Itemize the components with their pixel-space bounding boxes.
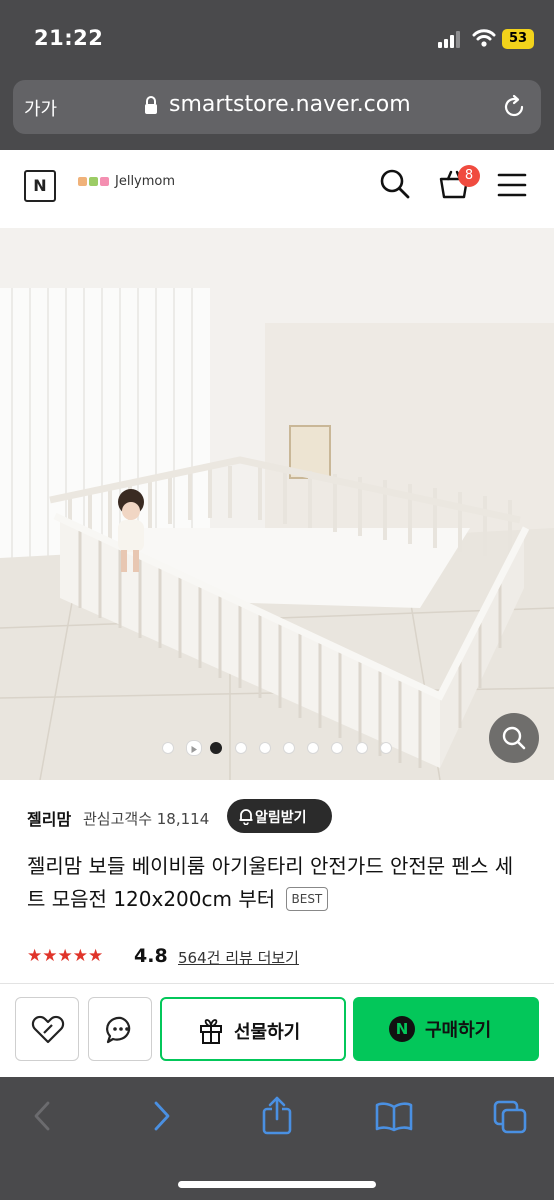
naver-logo[interactable]: N <box>24 170 56 202</box>
rating-stars: ★★★★★ <box>27 946 104 966</box>
gallery-dot[interactable] <box>355 742 368 754</box>
best-badge: BEST <box>285 887 329 911</box>
reload-icon[interactable] <box>501 94 527 120</box>
wifi-icon <box>472 29 496 47</box>
status-bar: 21:22 53 <box>0 0 554 80</box>
product-image-gallery[interactable] <box>0 228 554 780</box>
brand-logo[interactable]: Jellymom <box>78 174 175 189</box>
divider <box>0 983 554 984</box>
notify-label: 알림받기 <box>255 810 307 826</box>
tabs-icon[interactable] <box>492 1099 528 1135</box>
bookmarks-icon[interactable] <box>374 1099 414 1133</box>
talk-button[interactable] <box>88 997 152 1061</box>
gallery-dot[interactable] <box>234 742 247 754</box>
heart-icon <box>31 1015 65 1044</box>
chat-icon <box>106 1016 131 1044</box>
share-icon[interactable] <box>260 1095 294 1135</box>
gift-button[interactable]: 선물하기 <box>160 997 346 1061</box>
play-icon <box>191 746 198 753</box>
battery-indicator: 53 <box>502 29 534 49</box>
back-icon[interactable] <box>30 1099 54 1133</box>
gallery-dot[interactable] <box>379 742 392 754</box>
buy-label: 구매하기 <box>425 1020 492 1041</box>
zoom-button[interactable] <box>489 713 539 763</box>
product-title: 젤리맘 보들 베이비룸 아기울타리 안전가드 안전문 펜스 세트 모음전 120… <box>27 850 527 916</box>
product-photo <box>0 228 554 780</box>
gift-label: 선물하기 <box>234 1022 301 1043</box>
naver-pay-icon: N <box>389 1016 415 1042</box>
zoom-icon <box>502 726 526 750</box>
brand-name: Jellymom <box>115 174 176 189</box>
lock-icon <box>145 96 157 114</box>
brand-mark-icon <box>78 177 87 186</box>
store-page: N Jellymom 8 젤리맘 관심고객수 18,114 알림받기 젤리맘 보… <box>0 150 554 1077</box>
gallery-dot[interactable] <box>162 742 174 754</box>
gallery-dot[interactable] <box>283 742 295 754</box>
brand-mark-icon <box>89 177 98 186</box>
signal-icon <box>438 31 460 48</box>
gallery-video-dot[interactable] <box>186 740 203 756</box>
wishlist-button[interactable] <box>15 997 79 1061</box>
text-size-button[interactable]: 가가 <box>24 95 57 121</box>
url-text[interactable]: smartstore.naver.com <box>169 92 411 117</box>
gift-icon <box>200 1019 222 1044</box>
address-bar[interactable]: 가가 smartstore.naver.com <box>13 80 541 134</box>
bell-plus-icon <box>239 809 253 825</box>
interest-count: 관심고객수 18,114 <box>83 810 210 828</box>
rating-score: 4.8 <box>134 945 168 967</box>
home-indicator <box>178 1181 376 1188</box>
forward-icon[interactable] <box>150 1099 174 1133</box>
cart-count-badge: 8 <box>458 165 480 187</box>
store-header: N Jellymom 8 <box>0 150 554 228</box>
store-name[interactable]: 젤리맘 <box>27 806 71 830</box>
brand-mark-icon <box>100 177 109 186</box>
search-icon[interactable] <box>379 168 411 200</box>
gallery-dot[interactable] <box>258 742 271 754</box>
reviews-link[interactable]: 564건 리뷰 더보기 <box>178 947 299 968</box>
product-title-text: 젤리맘 보들 베이비룸 아기울타리 안전가드 안전문 펜스 세트 모음전 120… <box>27 854 514 911</box>
buy-button[interactable]: N 구매하기 <box>353 997 539 1061</box>
notify-button[interactable]: 알림받기 <box>227 799 332 833</box>
menu-icon[interactable] <box>497 172 527 198</box>
status-time: 21:22 <box>34 26 104 50</box>
